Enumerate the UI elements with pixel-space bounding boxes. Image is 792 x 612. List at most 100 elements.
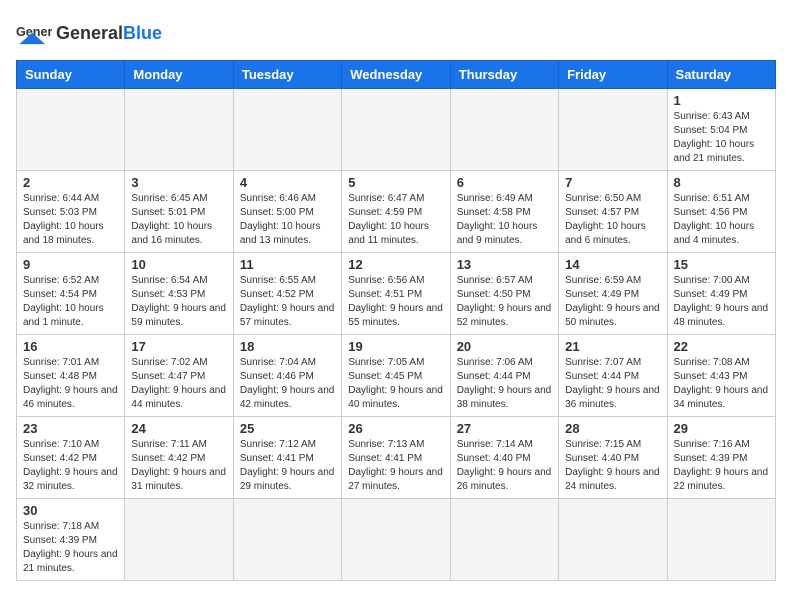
day-number: 22 xyxy=(674,339,769,354)
calendar-cell: 17 Sunrise: 7:02 AM Sunset: 4:47 PM Dayli… xyxy=(125,335,233,417)
calendar-cell: 2 Sunrise: 6:44 AM Sunset: 5:03 PM Daylig… xyxy=(17,171,125,253)
weekday-header-sunday: Sunday xyxy=(17,61,125,89)
calendar-cell: 8 Sunrise: 6:51 AM Sunset: 4:56 PM Daylig… xyxy=(667,171,775,253)
calendar-cell xyxy=(559,499,667,581)
calendar-week-row: 23 Sunrise: 7:10 AM Sunset: 4:42 PM Dayli… xyxy=(17,417,776,499)
calendar-cell: 6Sunrise: 6:49 AM Sunset: 4:58 PM Daylig… xyxy=(450,171,558,253)
calendar-cell: 3 Sunrise: 6:45 AM Sunset: 5:01 PM Daylig… xyxy=(125,171,233,253)
day-number: 28 xyxy=(565,421,660,436)
day-info: Sunrise: 6:50 AM Sunset: 4:57 PM Dayligh… xyxy=(565,192,660,248)
calendar-cell xyxy=(342,89,450,171)
calendar-week-row: 16 Sunrise: 7:01 AM Sunset: 4:48 PM Dayli… xyxy=(17,335,776,417)
day-number: 15 xyxy=(674,257,769,272)
day-info: Sunrise: 7:02 AM Sunset: 4:47 PM Dayligh… xyxy=(131,356,226,412)
calendar-cell: 11Sunrise: 6:55 AM Sunset: 4:52 PM Dayli… xyxy=(233,253,341,335)
calendar-cell xyxy=(125,499,233,581)
day-info: Sunrise: 7:01 AM Sunset: 4:48 PM Dayligh… xyxy=(23,356,118,412)
day-info: Sunrise: 6:59 AM Sunset: 4:49 PM Dayligh… xyxy=(565,274,660,330)
weekday-header-saturday: Saturday xyxy=(667,61,775,89)
day-number: 13 xyxy=(457,257,552,272)
day-number: 25 xyxy=(240,421,335,436)
day-number: 8 xyxy=(674,175,769,190)
calendar-cell: 4 Sunrise: 6:46 AM Sunset: 5:00 PM Daylig… xyxy=(233,171,341,253)
day-number: 16 xyxy=(23,339,118,354)
day-info: Sunrise: 6:56 AM Sunset: 4:51 PM Dayligh… xyxy=(348,274,443,330)
weekday-header-monday: Monday xyxy=(125,61,233,89)
calendar-cell: 18Sunrise: 7:04 AM Sunset: 4:46 PM Dayli… xyxy=(233,335,341,417)
day-number: 4 xyxy=(240,175,335,190)
calendar-cell: 9 Sunrise: 6:52 AM Sunset: 4:54 PM Daylig… xyxy=(17,253,125,335)
calendar-cell: 29 Sunrise: 7:16 AM Sunset: 4:39 PM Dayli… xyxy=(667,417,775,499)
calendar-cell: 19 Sunrise: 7:05 AM Sunset: 4:45 PM Dayli… xyxy=(342,335,450,417)
calendar-week-row: 9 Sunrise: 6:52 AM Sunset: 4:54 PM Daylig… xyxy=(17,253,776,335)
day-info: Sunrise: 6:46 AM Sunset: 5:00 PM Dayligh… xyxy=(240,192,335,248)
day-number: 3 xyxy=(131,175,226,190)
calendar-cell: 1 Sunrise: 6:43 AM Sunset: 5:04 PM Daylig… xyxy=(667,89,775,171)
day-info: Sunrise: 7:05 AM Sunset: 4:45 PM Dayligh… xyxy=(348,356,443,412)
calendar-cell: 27 Sunrise: 7:14 AM Sunset: 4:40 PM Dayli… xyxy=(450,417,558,499)
day-number: 20 xyxy=(457,339,552,354)
calendar-cell xyxy=(667,499,775,581)
calendar-table: SundayMondayTuesdayWednesdayThursdayFrid… xyxy=(16,60,776,581)
calendar-cell xyxy=(233,89,341,171)
day-info: Sunrise: 6:55 AM Sunset: 4:52 PM Dayligh… xyxy=(240,274,335,330)
day-info: Sunrise: 6:44 AM Sunset: 5:03 PM Dayligh… xyxy=(23,192,118,248)
day-number: 27 xyxy=(457,421,552,436)
day-info: Sunrise: 6:51 AM Sunset: 4:56 PM Dayligh… xyxy=(674,192,769,248)
calendar-week-row: 30 Sunrise: 7:18 AM Sunset: 4:39 PM Dayli… xyxy=(17,499,776,581)
day-number: 19 xyxy=(348,339,443,354)
day-number: 17 xyxy=(131,339,226,354)
calendar-cell: 22 Sunrise: 7:08 AM Sunset: 4:43 PM Dayli… xyxy=(667,335,775,417)
day-info: Sunrise: 6:47 AM Sunset: 4:59 PM Dayligh… xyxy=(348,192,443,248)
day-info: Sunrise: 7:14 AM Sunset: 4:40 PM Dayligh… xyxy=(457,438,552,494)
day-info: Sunrise: 6:49 AM Sunset: 4:58 PM Dayligh… xyxy=(457,192,552,248)
day-number: 30 xyxy=(23,503,118,518)
calendar-cell xyxy=(125,89,233,171)
calendar-cell: 20 Sunrise: 7:06 AM Sunset: 4:44 PM Dayli… xyxy=(450,335,558,417)
calendar-cell: 10 Sunrise: 6:54 AM Sunset: 4:53 PM Dayli… xyxy=(125,253,233,335)
calendar-cell: 15 Sunrise: 7:00 AM Sunset: 4:49 PM Dayli… xyxy=(667,253,775,335)
day-info: Sunrise: 6:57 AM Sunset: 4:50 PM Dayligh… xyxy=(457,274,552,330)
calendar-cell: 23 Sunrise: 7:10 AM Sunset: 4:42 PM Dayli… xyxy=(17,417,125,499)
day-number: 14 xyxy=(565,257,660,272)
calendar-cell: 25Sunrise: 7:12 AM Sunset: 4:41 PM Dayli… xyxy=(233,417,341,499)
calendar-cell: 7 Sunrise: 6:50 AM Sunset: 4:57 PM Daylig… xyxy=(559,171,667,253)
day-number: 18 xyxy=(240,339,335,354)
calendar-cell xyxy=(233,499,341,581)
calendar-cell: 5Sunrise: 6:47 AM Sunset: 4:59 PM Daylig… xyxy=(342,171,450,253)
day-info: Sunrise: 7:13 AM Sunset: 4:41 PM Dayligh… xyxy=(348,438,443,494)
day-info: Sunrise: 6:45 AM Sunset: 5:01 PM Dayligh… xyxy=(131,192,226,248)
weekday-header-tuesday: Tuesday xyxy=(233,61,341,89)
day-number: 23 xyxy=(23,421,118,436)
day-number: 9 xyxy=(23,257,118,272)
calendar-week-row: 2 Sunrise: 6:44 AM Sunset: 5:03 PM Daylig… xyxy=(17,171,776,253)
calendar-cell xyxy=(450,499,558,581)
calendar-cell: 13 Sunrise: 6:57 AM Sunset: 4:50 PM Dayli… xyxy=(450,253,558,335)
weekday-header-wednesday: Wednesday xyxy=(342,61,450,89)
calendar-cell: 28Sunrise: 7:15 AM Sunset: 4:40 PM Dayli… xyxy=(559,417,667,499)
day-number: 1 xyxy=(674,93,769,108)
day-info: Sunrise: 6:54 AM Sunset: 4:53 PM Dayligh… xyxy=(131,274,226,330)
day-number: 7 xyxy=(565,175,660,190)
day-number: 2 xyxy=(23,175,118,190)
calendar-cell: 26Sunrise: 7:13 AM Sunset: 4:41 PM Dayli… xyxy=(342,417,450,499)
calendar-cell: 21Sunrise: 7:07 AM Sunset: 4:44 PM Dayli… xyxy=(559,335,667,417)
weekday-header-thursday: Thursday xyxy=(450,61,558,89)
calendar-cell: 12Sunrise: 6:56 AM Sunset: 4:51 PM Dayli… xyxy=(342,253,450,335)
calendar-cell xyxy=(559,89,667,171)
day-info: Sunrise: 7:10 AM Sunset: 4:42 PM Dayligh… xyxy=(23,438,118,494)
day-info: Sunrise: 7:16 AM Sunset: 4:39 PM Dayligh… xyxy=(674,438,769,494)
day-info: Sunrise: 7:00 AM Sunset: 4:49 PM Dayligh… xyxy=(674,274,769,330)
day-info: Sunrise: 7:08 AM Sunset: 4:43 PM Dayligh… xyxy=(674,356,769,412)
calendar-cell xyxy=(342,499,450,581)
day-info: Sunrise: 7:06 AM Sunset: 4:44 PM Dayligh… xyxy=(457,356,552,412)
day-info: Sunrise: 6:43 AM Sunset: 5:04 PM Dayligh… xyxy=(674,110,769,166)
calendar-cell xyxy=(450,89,558,171)
day-info: Sunrise: 7:18 AM Sunset: 4:39 PM Dayligh… xyxy=(23,520,118,576)
day-number: 29 xyxy=(674,421,769,436)
day-number: 10 xyxy=(131,257,226,272)
day-info: Sunrise: 7:11 AM Sunset: 4:42 PM Dayligh… xyxy=(131,438,226,494)
page-header: General GeneralBlue xyxy=(16,16,776,52)
day-info: Sunrise: 6:52 AM Sunset: 4:54 PM Dayligh… xyxy=(23,274,118,330)
calendar-week-row: 1 Sunrise: 6:43 AM Sunset: 5:04 PM Daylig… xyxy=(17,89,776,171)
